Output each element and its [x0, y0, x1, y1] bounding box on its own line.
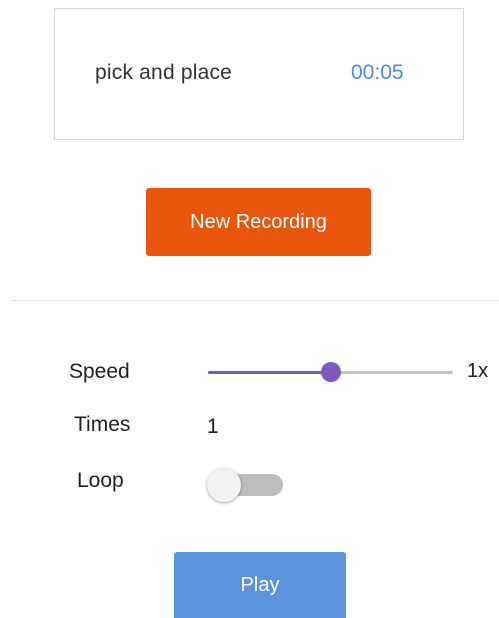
recording-name: pick and place	[95, 61, 233, 84]
speed-slider[interactable]	[208, 362, 453, 382]
speed-label: Speed	[69, 360, 130, 383]
speed-value: 1x	[467, 360, 489, 382]
loop-label: Loop	[77, 469, 124, 492]
times-label: Times	[74, 413, 131, 436]
divider	[12, 300, 499, 301]
times-value: 1	[207, 415, 219, 438]
slider-fill	[208, 371, 331, 374]
recording-duration: 00:05	[351, 61, 404, 84]
loop-toggle[interactable]	[207, 468, 285, 502]
toggle-thumb	[207, 468, 241, 502]
slider-thumb[interactable]	[320, 362, 341, 382]
play-button[interactable]: Play	[174, 552, 346, 618]
new-recording-button[interactable]: New Recording	[146, 188, 371, 256]
recording-card[interactable]: pick and place 00:05	[54, 8, 464, 140]
